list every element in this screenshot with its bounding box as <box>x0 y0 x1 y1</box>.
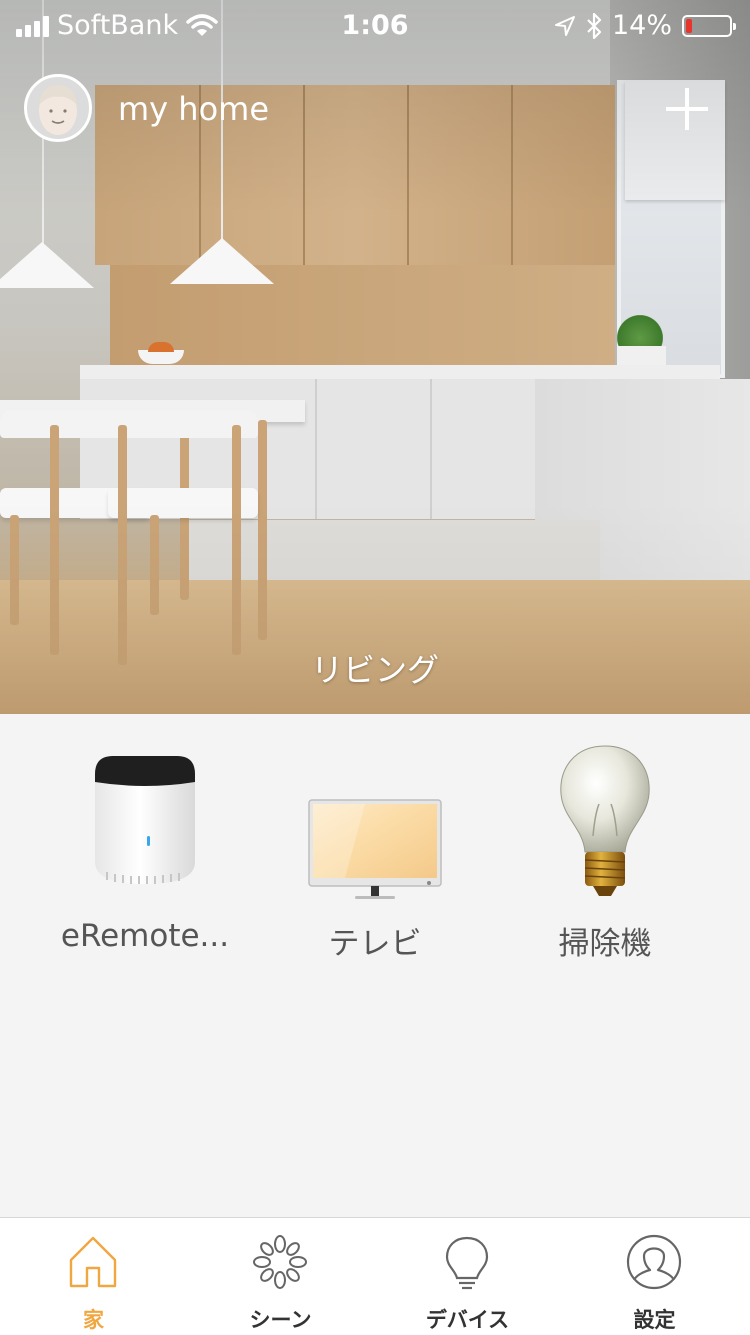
device-grid: eRemote... テレビ 掃除機 <box>0 714 750 1217</box>
plus-icon[interactable] <box>664 86 710 132</box>
device-eremote[interactable]: eRemote... <box>35 744 255 974</box>
home-name[interactable]: my home <box>118 90 269 128</box>
remote-hub-icon <box>95 756 195 884</box>
tab-bar: 家 シーン デバイス 設定 <box>0 1217 750 1335</box>
device-tv[interactable]: テレビ <box>265 744 485 974</box>
scene-icon <box>253 1235 307 1289</box>
profile-icon <box>626 1234 682 1290</box>
tab-label: デバイス <box>425 1308 510 1332</box>
tab-label: 設定 <box>633 1308 676 1332</box>
avatar[interactable] <box>24 74 92 142</box>
hero-overlay <box>0 0 750 714</box>
room-hero-image[interactable]: リビング <box>0 0 750 714</box>
device-vacuum[interactable]: 掃除機 <box>495 744 715 974</box>
tab-devices[interactable]: デバイス <box>374 1218 561 1335</box>
face-icon <box>39 85 77 135</box>
device-label: テレビ <box>328 926 422 962</box>
tv-icon <box>308 799 442 899</box>
home-icon <box>69 1236 117 1288</box>
tab-label: シーン <box>249 1308 312 1332</box>
tab-settings[interactable]: 設定 <box>561 1218 748 1335</box>
tab-scene[interactable]: シーン <box>187 1218 374 1335</box>
room-name: リビング <box>310 651 439 689</box>
device-bulb-icon <box>445 1236 489 1290</box>
location-icon <box>554 15 575 36</box>
device-label: 掃除機 <box>558 926 652 962</box>
device-thumb <box>265 744 485 904</box>
device-label: eRemote... <box>60 918 230 954</box>
battery-percent: 14% <box>611 10 672 41</box>
device-thumb <box>35 744 255 904</box>
device-thumb <box>495 744 715 904</box>
tab-label: 家 <box>83 1308 104 1332</box>
battery-fill <box>686 18 692 33</box>
status-bar: SoftBank 1:06 14% <box>0 0 750 52</box>
battery-icon <box>682 14 736 37</box>
bluetooth-icon <box>587 12 602 39</box>
lightbulb-icon <box>560 745 650 896</box>
tab-home[interactable]: 家 <box>0 1218 187 1335</box>
